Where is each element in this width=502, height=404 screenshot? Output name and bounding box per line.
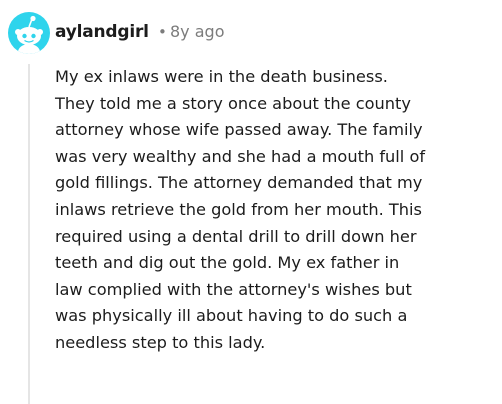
comment-body-line: They told me a story once about the coun… xyxy=(55,93,411,113)
avatar[interactable] xyxy=(8,12,50,54)
thread-collapse-line[interactable] xyxy=(28,64,30,404)
username[interactable]: aylandgirl xyxy=(55,20,149,44)
comment-body: My ex inlaws were in the death business.… xyxy=(55,64,499,357)
comment-body-line: attorney whose wife passed away. The fam… xyxy=(55,120,423,140)
snoo-avatar-icon xyxy=(15,15,43,54)
comment-body-line: was physically ill about having to do su… xyxy=(55,306,408,326)
comment-body-line: needless step to this lady. xyxy=(55,332,266,352)
comment: aylandgirl • 8y ago My ex inlaws were in… xyxy=(0,0,502,404)
comment-body-line: inlaws retrieve the gold from her mouth.… xyxy=(55,199,422,219)
comment-body-line: required using a dental drill to drill d… xyxy=(55,226,417,246)
comment-body-line: law complied with the attorney's wishes … xyxy=(55,279,412,299)
comment-body-line: teeth and dig out the gold. My ex father… xyxy=(55,253,400,273)
comment-body-line: was very wealthy and she had a mouth ful… xyxy=(55,146,426,166)
meta-separator: • xyxy=(158,23,167,41)
comment-timestamp[interactable]: 8y ago xyxy=(170,20,224,44)
comment-body-line: gold fillings. The attorney demanded tha… xyxy=(55,173,423,193)
comment-body-line: My ex inlaws were in the death business. xyxy=(55,67,388,86)
